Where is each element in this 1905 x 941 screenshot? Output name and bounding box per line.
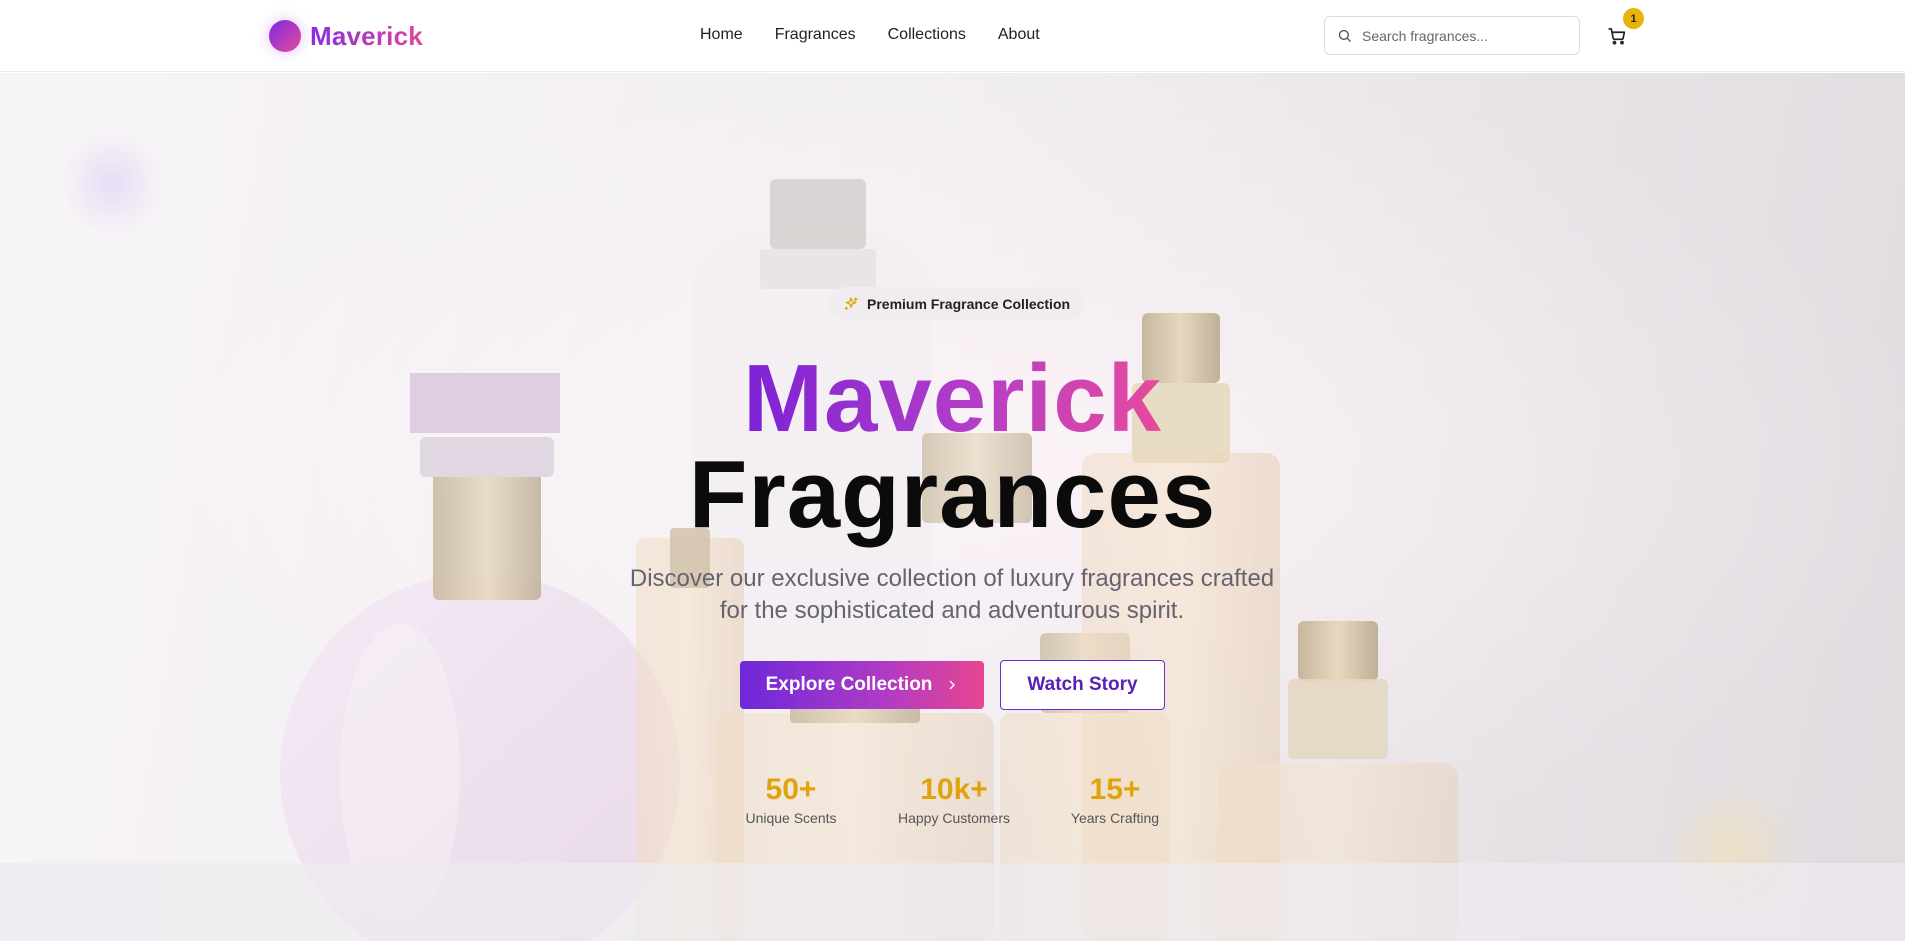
premium-badge: Premium Fragrance Collection	[829, 287, 1086, 320]
stat-years-crafting: 15+ Years Crafting	[1050, 773, 1180, 826]
premium-badge-label: Premium Fragrance Collection	[867, 295, 1071, 312]
navbar: Maverick Home Fragrances Collections Abo…	[0, 0, 1905, 72]
stat-happy-customers: 10k+ Happy Customers	[889, 773, 1019, 826]
stat-value: 10k+	[920, 773, 988, 806]
stat-value: 15+	[1089, 773, 1141, 806]
stat-label: Years Crafting	[1070, 810, 1160, 826]
brand-name: Maverick	[310, 20, 423, 51]
stat-label: Happy Customers	[897, 810, 1011, 826]
search-input[interactable]	[1362, 27, 1562, 44]
sparkles-icon	[844, 296, 858, 310]
hero-title-brand: Maverick	[0, 351, 1905, 447]
search-icon	[1338, 29, 1351, 42]
main-nav: Home Fragrances Collections About	[700, 26, 1040, 44]
nav-about-link[interactable]: About	[998, 26, 1040, 44]
explore-collection-button[interactable]: Explore Collection	[740, 661, 984, 709]
stat-unique-scents: 50+ Unique Scents	[726, 773, 856, 826]
logo-mark-icon	[269, 20, 301, 52]
nav-fragrances-link[interactable]: Fragrances	[775, 26, 856, 44]
nav-collections-link[interactable]: Collections	[888, 26, 966, 44]
chevron-right-icon	[950, 680, 956, 690]
search-box	[1324, 16, 1580, 55]
hero-title-brand-text: Maverick	[743, 345, 1162, 452]
watch-story-button[interactable]: Watch Story	[1000, 660, 1165, 710]
stat-label: Unique Scents	[745, 810, 837, 826]
hero-subtitle: Discover our exclusive collection of lux…	[629, 565, 1275, 624]
cart-icon[interactable]	[1607, 26, 1627, 46]
cart-count-badge: 1	[1623, 8, 1644, 29]
hero-section: Premium Fragrance Collection Maverick Fr…	[0, 73, 1905, 941]
explore-collection-label: Explore Collection	[765, 674, 933, 695]
hero-title-product: Fragrances	[688, 441, 1217, 548]
stat-value: 50+	[765, 773, 817, 806]
nav-home-link[interactable]: Home	[700, 26, 743, 44]
brand-logo[interactable]: Maverick	[269, 20, 423, 52]
